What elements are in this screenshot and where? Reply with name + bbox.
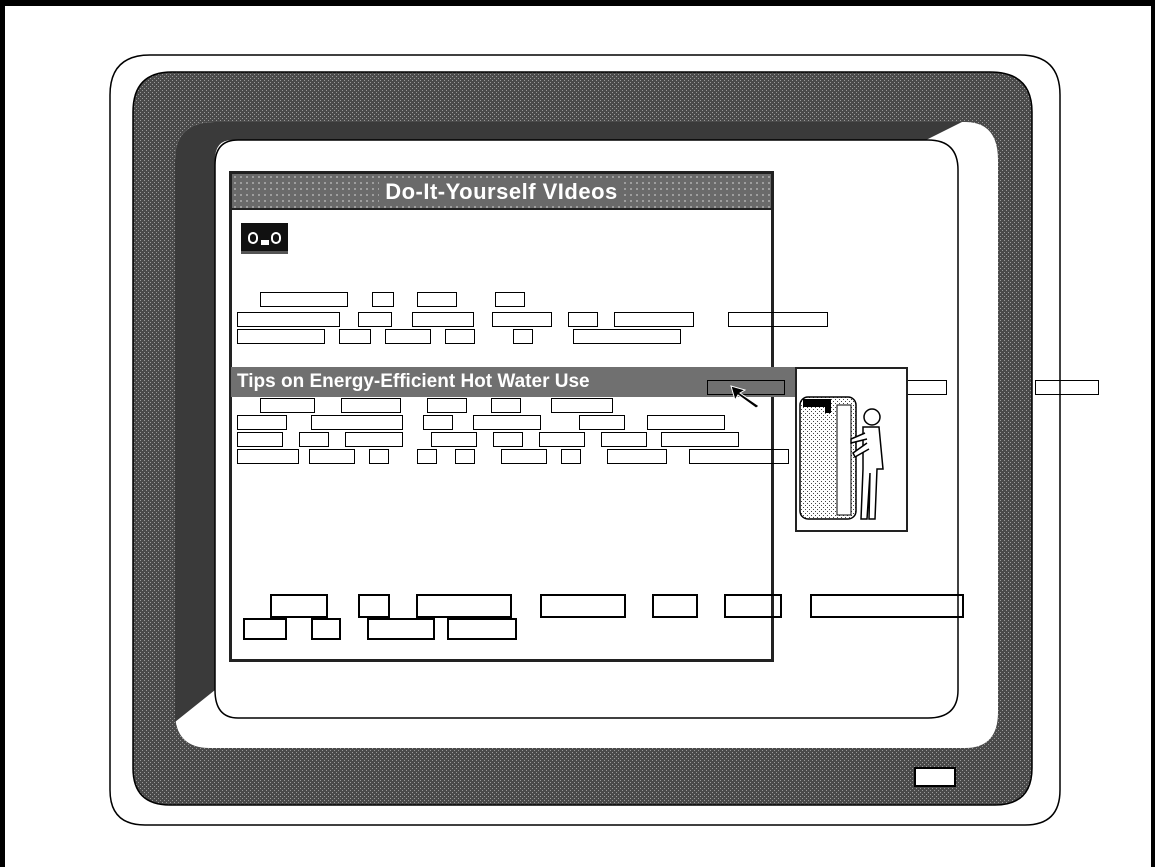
arrow-cursor-icon xyxy=(730,385,760,409)
water-heater-illustration-icon[interactable] xyxy=(795,367,908,532)
water-heater-drawing xyxy=(799,396,884,520)
tape-window xyxy=(261,240,269,245)
video-link-tips-hot-water[interactable]: Tips on Energy-Efficient Hot Water Use xyxy=(237,370,590,394)
glyph-row xyxy=(237,329,681,348)
title-bar[interactable]: Do-It-Yourself VIdeos xyxy=(232,174,771,208)
tape-reel-left xyxy=(248,232,258,244)
tape-reel-right xyxy=(271,232,281,244)
window-title: Do-It-Yourself VIdeos xyxy=(379,179,624,204)
glyph-row xyxy=(243,618,517,640)
glyph-row xyxy=(260,292,525,311)
glyph-row xyxy=(270,594,964,618)
power-button-icon[interactable] xyxy=(914,767,956,787)
videotape-icon[interactable] xyxy=(241,223,288,254)
